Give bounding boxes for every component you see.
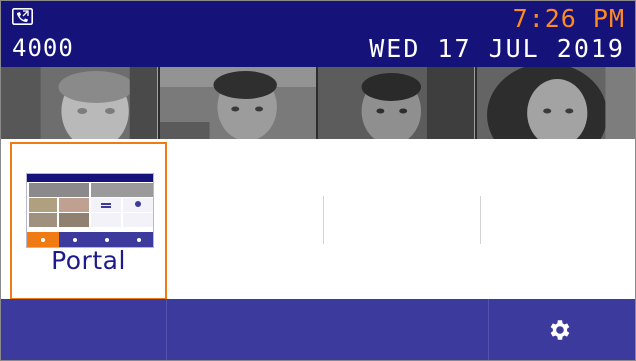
contact-photo xyxy=(159,67,316,139)
softkey-divider xyxy=(488,299,489,360)
favorites-strip xyxy=(1,67,635,139)
portal-screenshot-thumbnail xyxy=(26,173,154,248)
app-slot-divider xyxy=(323,196,324,244)
clock-time: 7:26 PM xyxy=(512,4,625,33)
apps-area: Portal xyxy=(1,139,635,300)
favorite-contact-3[interactable] xyxy=(318,67,477,139)
portal-app-label: Portal xyxy=(51,246,126,275)
extension-number: 4000 xyxy=(12,34,74,62)
portal-thumbnail-graphic xyxy=(27,174,153,247)
contact-photo xyxy=(1,67,158,139)
contact-photo xyxy=(476,67,635,139)
favorite-contact-2[interactable] xyxy=(159,67,318,139)
app-slot-divider xyxy=(480,196,481,244)
contact-photo xyxy=(318,67,475,139)
softkey-divider xyxy=(166,299,167,360)
portal-app-tile[interactable]: Portal xyxy=(10,142,167,300)
bottom-bar xyxy=(1,299,635,360)
gear-icon xyxy=(550,320,570,340)
favorite-contact-4[interactable] xyxy=(476,67,635,139)
settings-button[interactable] xyxy=(537,315,581,345)
phone-handset-icon xyxy=(12,8,33,25)
phone-screen: 4000 7:26 PM WED 17 JUL 2019 Portal xyxy=(0,0,636,361)
clock-date: WED 17 JUL 2019 xyxy=(369,34,625,63)
status-bar: 4000 7:26 PM WED 17 JUL 2019 xyxy=(1,1,635,67)
favorite-contact-1[interactable] xyxy=(1,67,160,139)
